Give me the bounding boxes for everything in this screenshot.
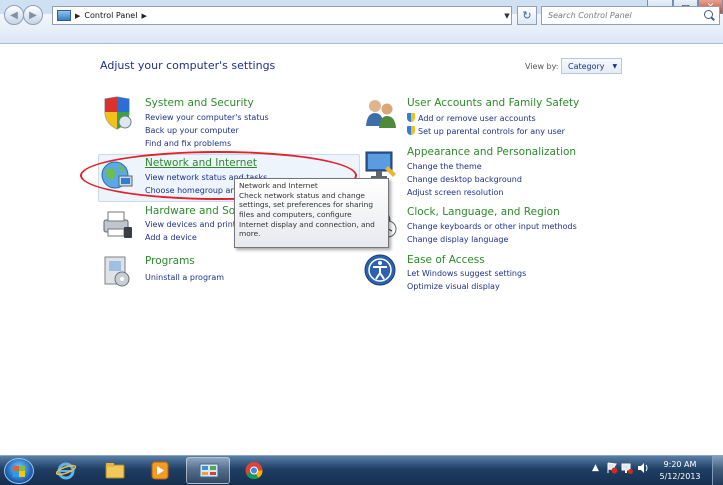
- view-by-dropdown[interactable]: Category ▼: [561, 58, 622, 74]
- chevron-down-icon: ▼: [612, 62, 618, 70]
- refresh-button[interactable]: ↻: [517, 6, 537, 25]
- change-keyboards-link[interactable]: Change keyboards or other input methods: [407, 222, 577, 231]
- uninstall-program-link[interactable]: Uninstall a program: [145, 273, 224, 282]
- printer-icon[interactable]: [100, 207, 134, 241]
- appearance-link[interactable]: Appearance and Personalization: [407, 146, 576, 158]
- internet-explorer-icon[interactable]: [44, 457, 88, 484]
- users-icon[interactable]: [364, 96, 398, 130]
- address-bar[interactable]: ▶ Control Panel ▶: [52, 6, 512, 25]
- adjust-resolution-link[interactable]: Adjust screen resolution: [407, 188, 503, 197]
- start-orb-icon[interactable]: [4, 458, 34, 484]
- tooltip-line: Internet display and connection, and: [239, 219, 375, 229]
- action-center-flag-icon[interactable]: [606, 462, 618, 474]
- view-by-value: Category: [568, 61, 605, 71]
- tooltip-line: Check network status and change: [239, 190, 365, 200]
- tooltip-line: files and computers, configure: [239, 209, 352, 219]
- network-tray-icon[interactable]: [621, 462, 633, 474]
- review-status-link[interactable]: Review your computer's status: [145, 113, 269, 122]
- optimize-visual-display-link[interactable]: Optimize visual display: [407, 282, 500, 291]
- system-clock[interactable]: 9:20 AM 5/12/2013: [655, 459, 705, 482]
- folder-icon[interactable]: [93, 457, 137, 484]
- back-up-link[interactable]: Back up your computer: [145, 126, 239, 135]
- change-theme-link[interactable]: Change the theme: [407, 162, 482, 171]
- tooltip-line: settings, set preferences for sharing: [239, 200, 374, 210]
- show-hidden-icons-button[interactable]: ▲: [592, 463, 599, 473]
- control-panel-small-icon: [57, 10, 71, 21]
- programs-link[interactable]: Programs: [145, 255, 195, 267]
- ease-of-access-link[interactable]: Ease of Access: [407, 254, 485, 266]
- tooltip-title: Network and Internet: [239, 181, 318, 190]
- uac-shield-icon: [407, 126, 415, 135]
- view-devices-printers-link[interactable]: View devices and printers: [145, 220, 248, 229]
- chrome-icon[interactable]: [232, 457, 276, 484]
- ease-of-access-icon[interactable]: [364, 253, 398, 287]
- add-device-link[interactable]: Add a device: [145, 233, 197, 242]
- volume-icon[interactable]: [637, 462, 649, 474]
- breadcrumb-separator-end[interactable]: ▶: [141, 12, 146, 20]
- view-by-label: View by:: [525, 62, 559, 71]
- add-remove-accounts-link[interactable]: Add or remove user accounts: [407, 113, 536, 123]
- system-and-security-link[interactable]: System and Security: [145, 97, 254, 109]
- clock-date: 5/12/2013: [659, 471, 701, 481]
- parental-controls-link[interactable]: Set up parental controls for any user: [407, 126, 565, 136]
- show-desktop-button[interactable]: [712, 456, 723, 485]
- tooltip-line: more.: [239, 229, 261, 239]
- change-display-language-link[interactable]: Change display language: [407, 235, 508, 244]
- windows-logo-icon: [13, 466, 25, 477]
- find-fix-problems-link[interactable]: Find and fix problems: [145, 139, 231, 148]
- change-background-link[interactable]: Change desktop background: [407, 175, 522, 184]
- clock-time: 9:20 AM: [663, 460, 697, 469]
- media-player-icon[interactable]: [138, 457, 182, 484]
- search-input[interactable]: [541, 6, 720, 25]
- clock-language-region-link[interactable]: Clock, Language, and Region: [407, 206, 560, 218]
- tooltip: Network and Internet Check network statu…: [234, 178, 389, 248]
- programs-icon[interactable]: [100, 254, 134, 288]
- monitor-icon[interactable]: [364, 148, 398, 182]
- breadcrumb-control-panel[interactable]: Control Panel: [84, 11, 137, 20]
- breadcrumb-separator[interactable]: ▶: [75, 12, 80, 20]
- windows-suggest-settings-link[interactable]: Let Windows suggest settings: [407, 269, 526, 278]
- forward-button[interactable]: ▶: [23, 5, 43, 25]
- back-button[interactable]: ◀: [4, 5, 24, 25]
- shield-icon[interactable]: [100, 96, 134, 130]
- user-accounts-link[interactable]: User Accounts and Family Safety: [407, 97, 579, 109]
- page-title: Adjust your computer's settings: [100, 59, 276, 72]
- search-icon[interactable]: [704, 10, 713, 19]
- control-panel-icon[interactable]: [186, 457, 230, 484]
- uac-shield-icon: [407, 113, 415, 122]
- address-history-dropdown[interactable]: ▼: [500, 6, 514, 25]
